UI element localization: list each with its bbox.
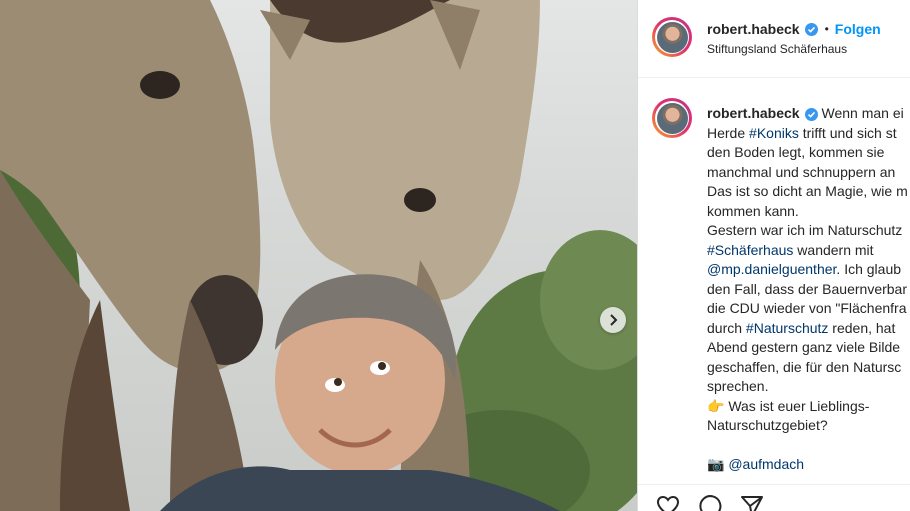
caption-line: Wenn man ei — [821, 105, 904, 121]
caption-line: den Boden legt, kommen sie — [707, 144, 885, 160]
verified-badge-icon — [804, 108, 818, 121]
hashtag-link[interactable]: #Schäferhaus — [707, 242, 793, 258]
author-username[interactable]: robert.habeck — [707, 21, 800, 37]
caption-line: kommen kann. — [707, 202, 799, 219]
caption-username[interactable]: robert.habeck — [707, 105, 800, 121]
caption-line: trifft und sich st — [798, 124, 897, 141]
post-side-panel: robert.habeck • Folgen Stiftungsland Sch… — [638, 0, 910, 511]
caption-line: den Fall, dass der Bauernverbar — [707, 280, 907, 297]
caption-comment: robert.habeck Wenn man ei Herde #Koniks … — [638, 78, 910, 478]
carousel-next-button[interactable] — [600, 307, 626, 333]
caption-line: die CDU wieder von "Flächenfra — [707, 300, 907, 316]
mention-link[interactable]: @aufmdach — [728, 456, 804, 472]
caption-line: geschaffen, die für den Natursc — [707, 358, 902, 375]
caption-author-avatar[interactable] — [652, 98, 692, 138]
author-avatar[interactable] — [652, 17, 692, 57]
caption-line: manchmal und schnuppern an — [707, 163, 896, 180]
post-location[interactable]: Stiftungsland Schäferhaus — [707, 42, 847, 56]
caption-line: Abend gestern ganz viele Bilde — [707, 339, 901, 355]
camera-icon: 📷 — [707, 456, 725, 472]
post-photo — [0, 0, 637, 511]
follow-button[interactable]: Folgen — [835, 21, 881, 37]
caption-line: . Ich glaub — [836, 261, 902, 277]
separator-dot: • — [824, 22, 829, 36]
mention-link[interactable]: @mp.danielguenther — [707, 261, 836, 277]
caption-line: sprechen. — [707, 378, 769, 394]
heart-icon[interactable] — [656, 495, 680, 511]
caption-line: reden, hat — [828, 319, 896, 336]
caption-line: Herde — [707, 124, 750, 141]
chevron-right-icon — [608, 314, 618, 326]
caption-line: Das ist so dicht an Magie, wie m — [707, 183, 908, 199]
paper-plane-icon[interactable] — [740, 495, 764, 511]
caption-line: Was ist euer Lieblings- — [724, 397, 870, 414]
pointing-hand-icon: 👉 — [707, 397, 725, 414]
caption-line: wandern mit — [793, 241, 874, 258]
verified-badge-icon — [804, 22, 818, 36]
post-action-bar — [638, 484, 910, 511]
post-header: robert.habeck • Folgen Stiftungsland Sch… — [638, 0, 910, 78]
hashtag-link[interactable]: #Koniks — [749, 125, 799, 141]
caption-line: durch — [707, 319, 746, 336]
caption-line: Gestern war ich im Naturschutz — [707, 222, 903, 238]
caption-text: robert.habeck Wenn man ei Herde #Koniks … — [707, 104, 910, 475]
comment-icon[interactable] — [698, 495, 722, 511]
hashtag-link[interactable]: #Naturschutz — [746, 320, 828, 336]
caption-line: Naturschutzgebiet? — [707, 417, 828, 433]
